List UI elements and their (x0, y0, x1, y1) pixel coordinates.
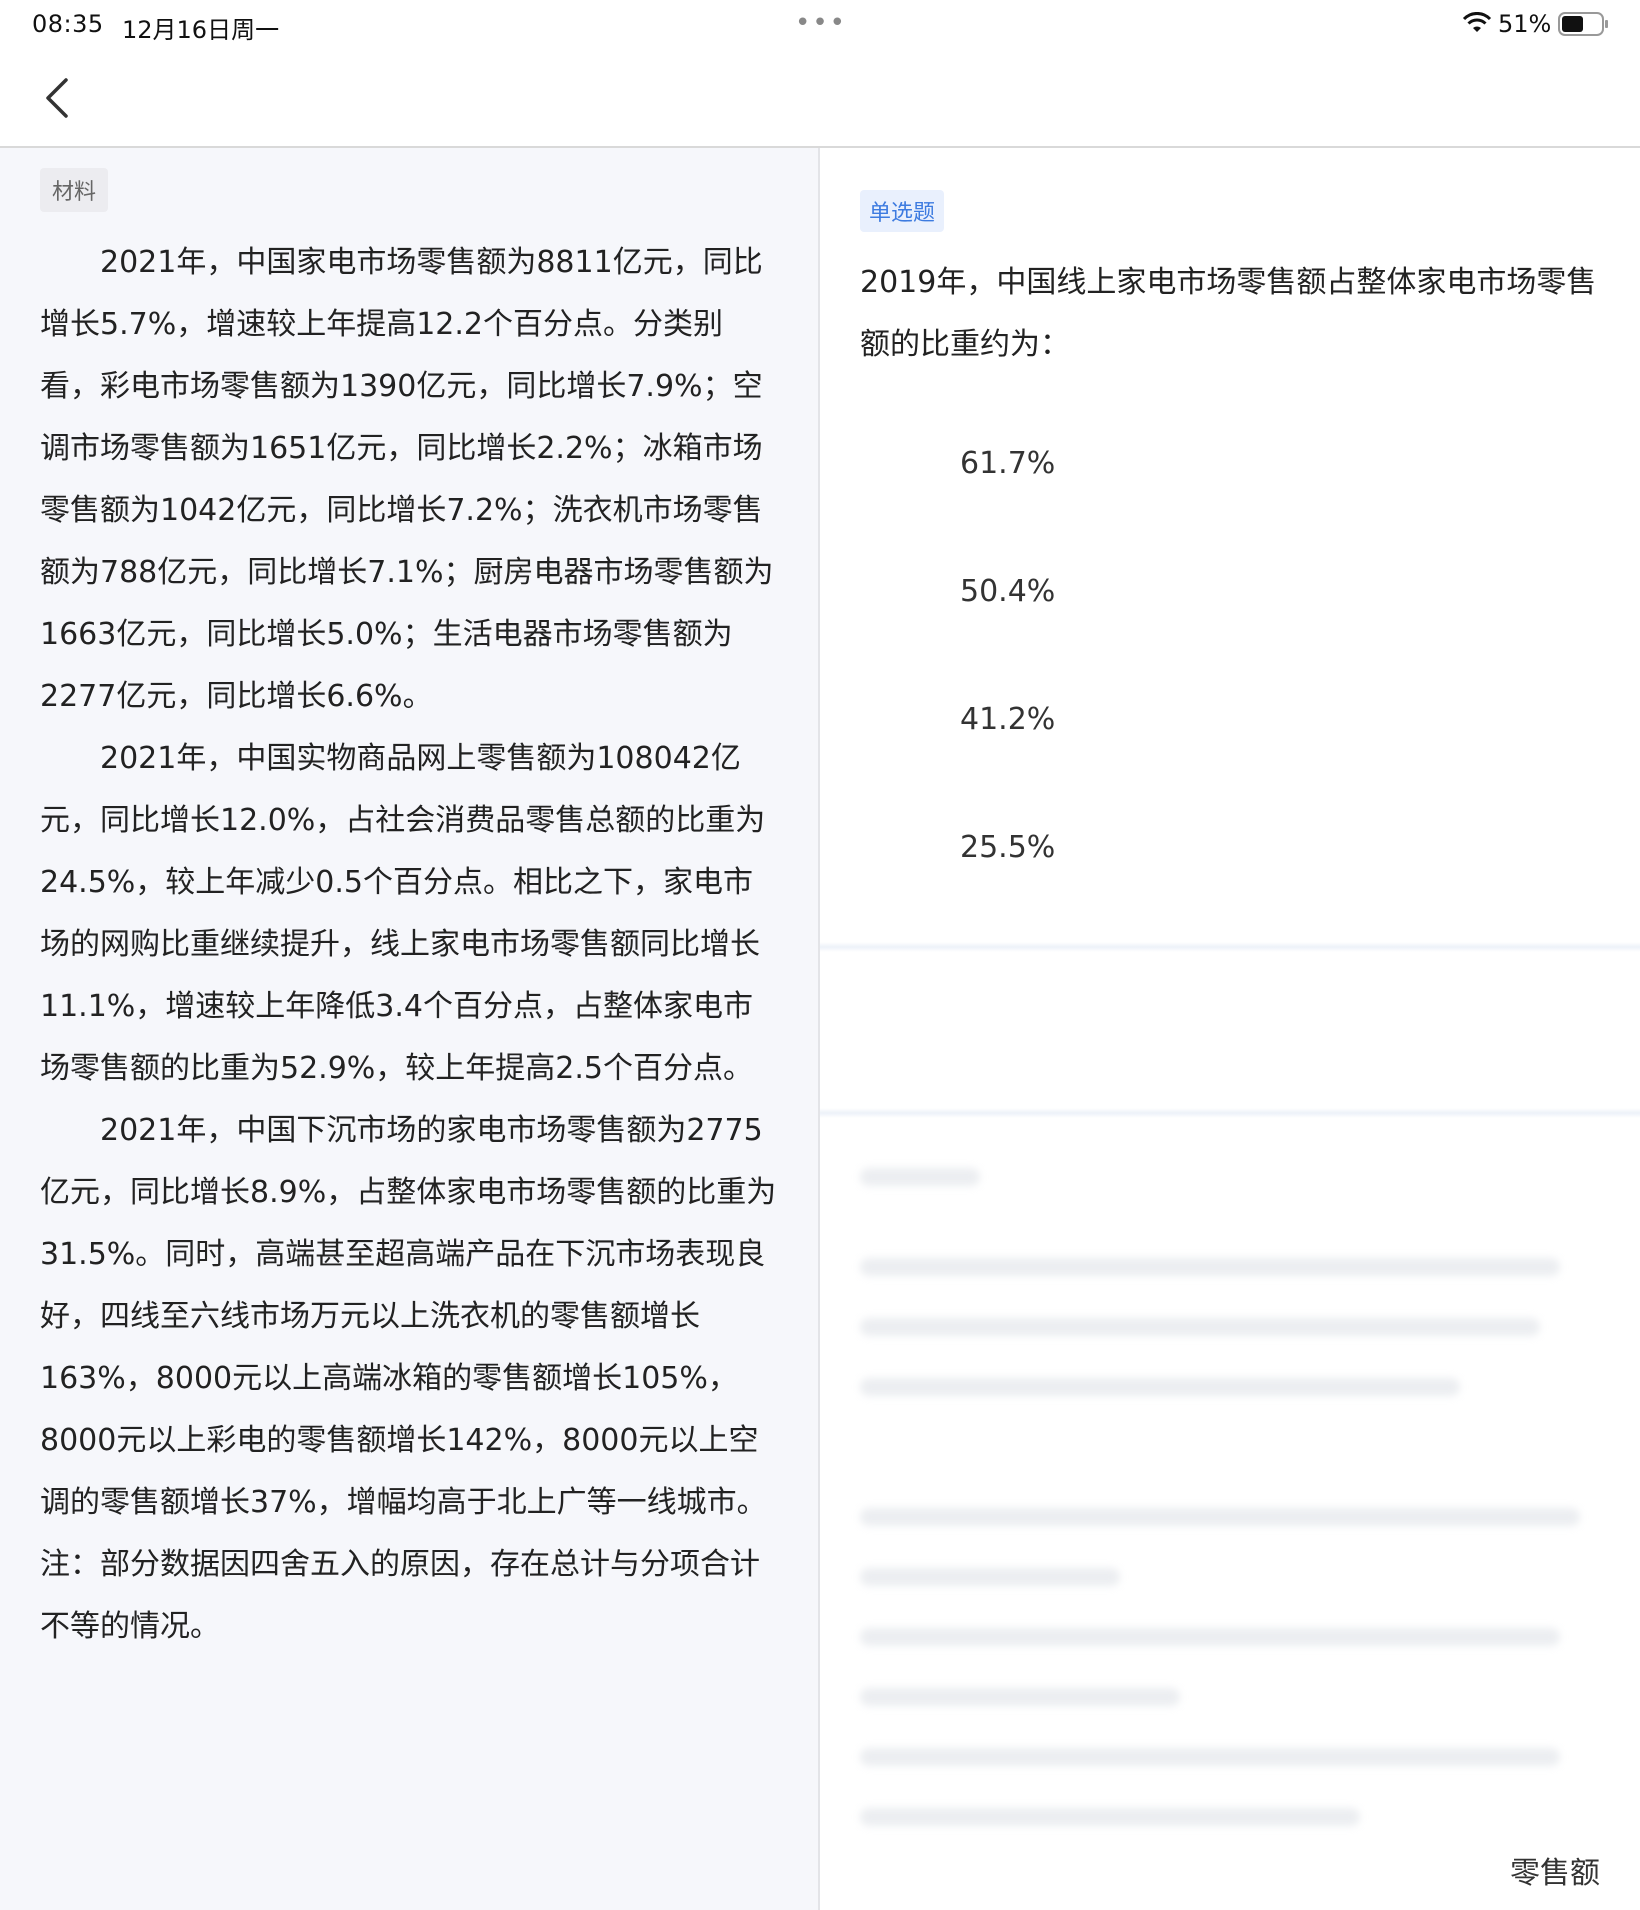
section-divider (820, 942, 1640, 952)
wifi-icon (1462, 12, 1492, 32)
option-text: 61.7% (960, 446, 1056, 481)
material-tag: 材料 (40, 168, 109, 212)
option-d[interactable]: 25.5% (820, 792, 1640, 920)
option-text: 25.5% (960, 830, 1056, 865)
option-c[interactable]: 41.2% (820, 664, 1640, 792)
nav-bar (0, 46, 1640, 148)
analysis-fragment: 零售额 (1510, 1856, 1600, 1891)
question-stem: 2019年，中国线上家电市场零售额占整体家电市场零售额的比重约为： (860, 265, 1597, 362)
material-paragraph: 2021年，中国下沉市场的家电市场零售额为2775亿元，同比增长8.9%，占整体… (40, 1113, 777, 1520)
question-type-tag: 单选题 (860, 190, 945, 232)
section-divider (820, 1108, 1640, 1118)
battery-percentage: 51% (1498, 10, 1552, 38)
material-text: 2021年，中国家电市场零售额为8811亿元，同比增长5.7%，增速较上年提高1… (40, 232, 782, 1658)
status-time: 08:35 (32, 10, 104, 38)
battery-icon (1558, 12, 1608, 36)
question-pane[interactable]: 单选题 2019年，中国线上家电市场零售额占整体家电市场零售额的比重约为： 61… (820, 148, 1640, 1910)
option-text: 41.2% (960, 702, 1056, 737)
multitask-dots-icon[interactable]: ••• (795, 8, 847, 38)
option-text: 50.4% (960, 574, 1056, 609)
option-list: 61.7% 50.4% 41.2% 25.5% (820, 408, 1640, 920)
option-a[interactable]: 61.7% (820, 408, 1640, 536)
status-date: 12月16日周一 (122, 16, 280, 44)
material-paragraph: 2021年，中国实物商品网上零售额为108042亿元，同比增长12.0%，占社会… (40, 741, 766, 1086)
material-pane[interactable]: 材料 2021年，中国家电市场零售额为8811亿元，同比增长5.7%，增速较上年… (0, 148, 820, 1910)
material-paragraph: 2021年，中国家电市场零售额为8811亿元，同比增长5.7%，增速较上年提高1… (40, 245, 774, 714)
back-chevron-icon[interactable] (42, 76, 72, 120)
status-bar: 08:35 12月16日周一 ••• 51% (0, 0, 1640, 46)
material-note: 注：部分数据因四舍五入的原因，存在总计与分项合计不等的情况。 (40, 1547, 760, 1644)
option-b[interactable]: 50.4% (820, 536, 1640, 664)
